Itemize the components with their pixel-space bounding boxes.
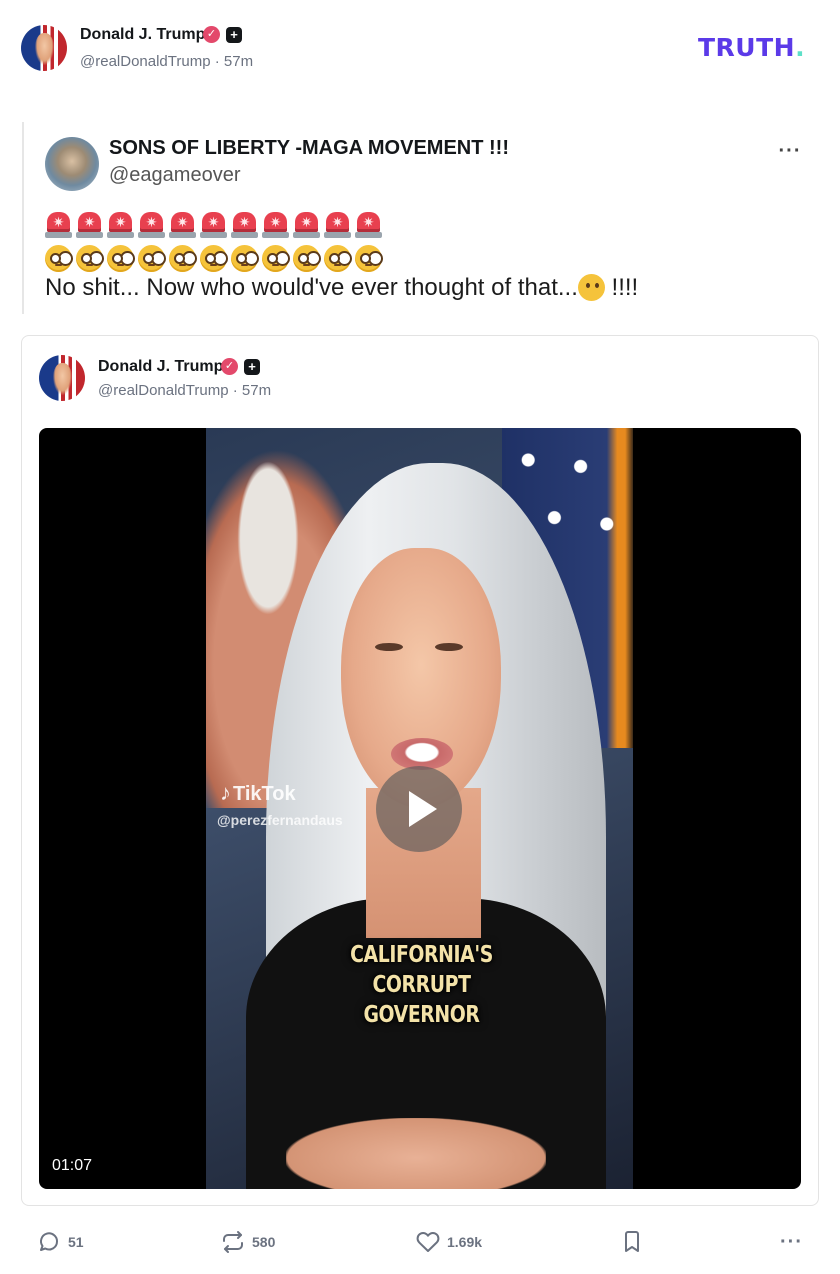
quote-author-handle: @eagameover xyxy=(109,164,241,186)
more-icon: ··· xyxy=(778,140,802,162)
police-light-icon xyxy=(138,211,165,239)
author-name[interactable]: Donald J. Trump xyxy=(80,26,205,44)
police-light-icon xyxy=(231,211,258,239)
quote-text-body: No shit... Now who would've ever thought… xyxy=(45,274,578,301)
author-handle-time: @realDonaldTrump · 57m xyxy=(80,53,254,70)
police-light-icon xyxy=(355,211,382,239)
flushed-face-icon xyxy=(138,245,165,272)
flushed-face-emoji-row xyxy=(45,245,382,272)
video-person-hands xyxy=(286,1118,546,1189)
thinking-face-icon xyxy=(577,274,605,301)
plus-badge-icon: + xyxy=(226,27,242,43)
heart-icon xyxy=(416,1232,440,1252)
police-light-icon xyxy=(293,211,320,239)
bookmark-button[interactable] xyxy=(621,1224,650,1260)
video-player[interactable]: ♪ TikTok @perezfernandaus CALIFORNIA'S CO… xyxy=(39,428,801,1189)
more-options-button[interactable]: ··· xyxy=(780,1224,803,1260)
quote-author-avatar xyxy=(45,137,99,191)
video-duration: 01:07 xyxy=(52,1157,93,1174)
police-light-icon xyxy=(262,211,289,239)
police-light-icon xyxy=(169,211,196,239)
flushed-face-icon xyxy=(76,245,103,272)
reply-button[interactable]: 51 xyxy=(37,1224,84,1260)
tiktok-handle: @perezfernandaus xyxy=(217,812,343,828)
quote-text-exclaim: !!!! xyxy=(604,274,639,301)
bookmark-icon xyxy=(625,1231,639,1252)
play-icon[interactable] xyxy=(376,766,462,852)
flushed-face-icon xyxy=(169,245,196,272)
retruth-count: 580 xyxy=(252,1234,276,1250)
video-caption: CALIFORNIA'S CORRUPT GOVERNOR xyxy=(350,942,493,1028)
retruth-button[interactable]: 580 xyxy=(221,1224,275,1260)
tiktok-icon: ♪ xyxy=(220,780,231,805)
card-author-name[interactable]: Donald J. Trump xyxy=(98,358,223,376)
logo-dot: . xyxy=(795,33,806,62)
card-author-handle-time: @realDonaldTrump · 57m xyxy=(98,382,272,399)
plus-badge-icon: + xyxy=(244,359,260,375)
police-light-icon xyxy=(76,211,103,239)
police-light-icon xyxy=(45,211,72,239)
post-header: Donald J. Trump ✓ + @realDonaldTrump · 5… xyxy=(0,0,840,90)
quote-text: No shit... Now who would've ever thought… xyxy=(45,274,638,302)
post-time: 57m xyxy=(223,53,254,70)
tiktok-watermark: ♪ TikTok xyxy=(220,780,296,806)
flushed-face-icon xyxy=(324,245,351,272)
reply-count: 51 xyxy=(68,1234,84,1250)
police-light-icon xyxy=(324,211,351,239)
logo-text: TRUTH xyxy=(698,33,796,62)
tiktok-brand: TikTok xyxy=(233,783,296,805)
author-handle[interactable]: @realDonaldTrump xyxy=(80,53,211,70)
verified-icon: ✓ xyxy=(221,358,238,375)
flushed-face-icon xyxy=(107,245,134,272)
police-light-emoji-row xyxy=(45,211,382,239)
quote-author-name: SONS OF LIBERTY -MAGA MOVEMENT !!! xyxy=(109,137,509,159)
retruth-icon xyxy=(223,1231,243,1253)
card-author-handle[interactable]: @realDonaldTrump xyxy=(98,382,229,399)
like-count: 1.69k xyxy=(447,1234,483,1250)
truth-logo: TRUTH. xyxy=(698,33,805,62)
more-icon: ··· xyxy=(780,1230,803,1253)
action-bar: 51 580 1.69k ··· xyxy=(0,1224,840,1264)
police-light-icon xyxy=(200,211,227,239)
flushed-face-icon xyxy=(200,245,227,272)
like-button[interactable]: 1.69k xyxy=(416,1224,482,1260)
flushed-face-icon xyxy=(293,245,320,272)
flushed-face-icon xyxy=(231,245,258,272)
verified-icon: ✓ xyxy=(203,26,220,43)
flushed-face-icon xyxy=(262,245,289,272)
quote-divider xyxy=(22,122,24,314)
police-light-icon xyxy=(107,211,134,239)
flushed-face-icon xyxy=(45,245,72,272)
card-post-time: 57m xyxy=(241,382,272,399)
card-author-avatar[interactable] xyxy=(39,355,85,401)
flushed-face-icon xyxy=(355,245,382,272)
reply-icon xyxy=(40,1232,59,1251)
author-avatar[interactable] xyxy=(21,25,67,71)
